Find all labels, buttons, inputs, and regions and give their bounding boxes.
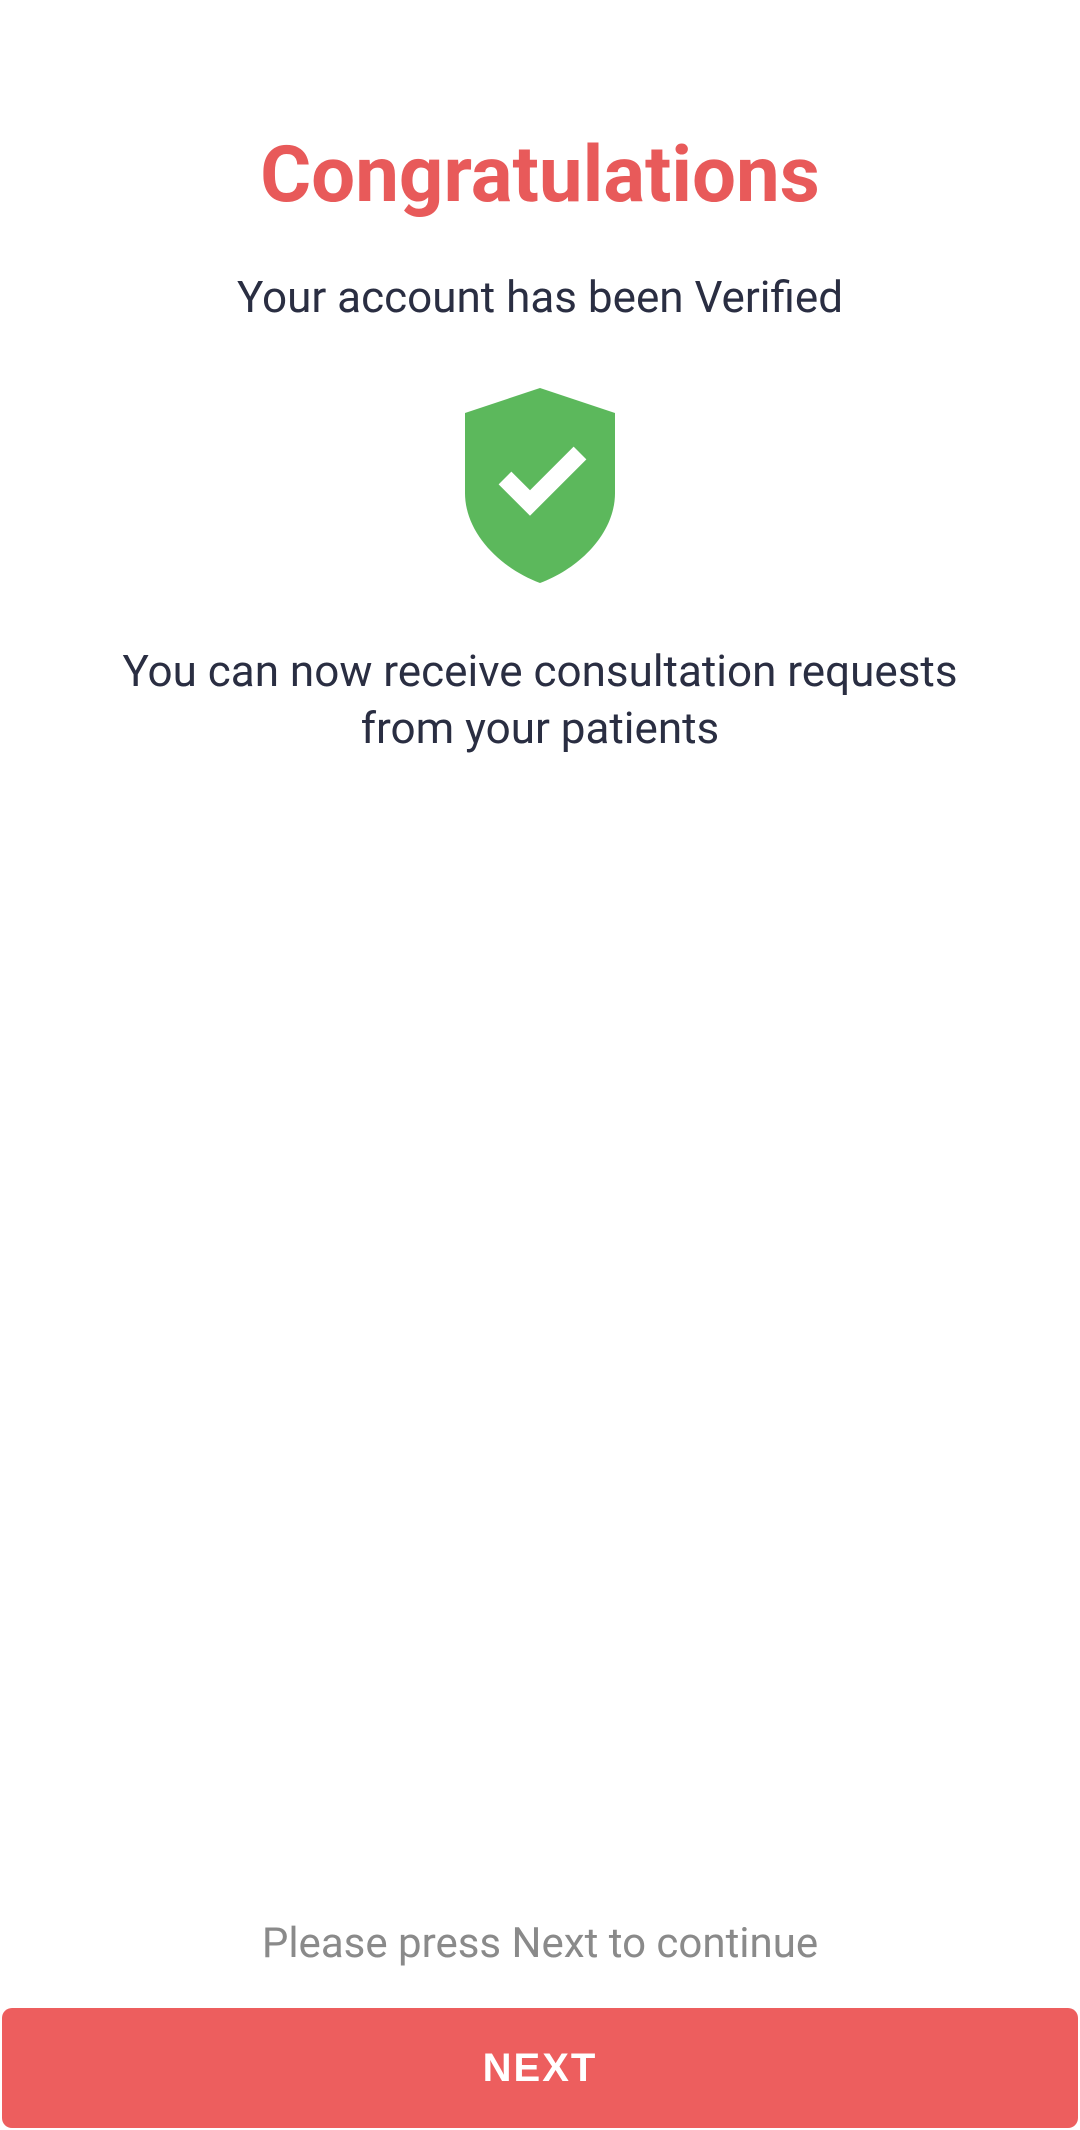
page-title: Congratulations	[260, 130, 820, 221]
shield-check-icon	[450, 383, 630, 583]
next-button[interactable]: NEXT	[2, 2008, 1078, 2128]
main-content: Congratulations Your account has been Ve…	[0, 0, 1080, 2130]
continue-hint: Please press Next to continue	[262, 1919, 818, 1968]
verified-subtitle: Your account has been Verified	[237, 271, 843, 323]
footer: Please press Next to continue NEXT	[0, 1919, 1080, 2130]
description-text: You can now receive consultation request…	[0, 643, 1080, 757]
